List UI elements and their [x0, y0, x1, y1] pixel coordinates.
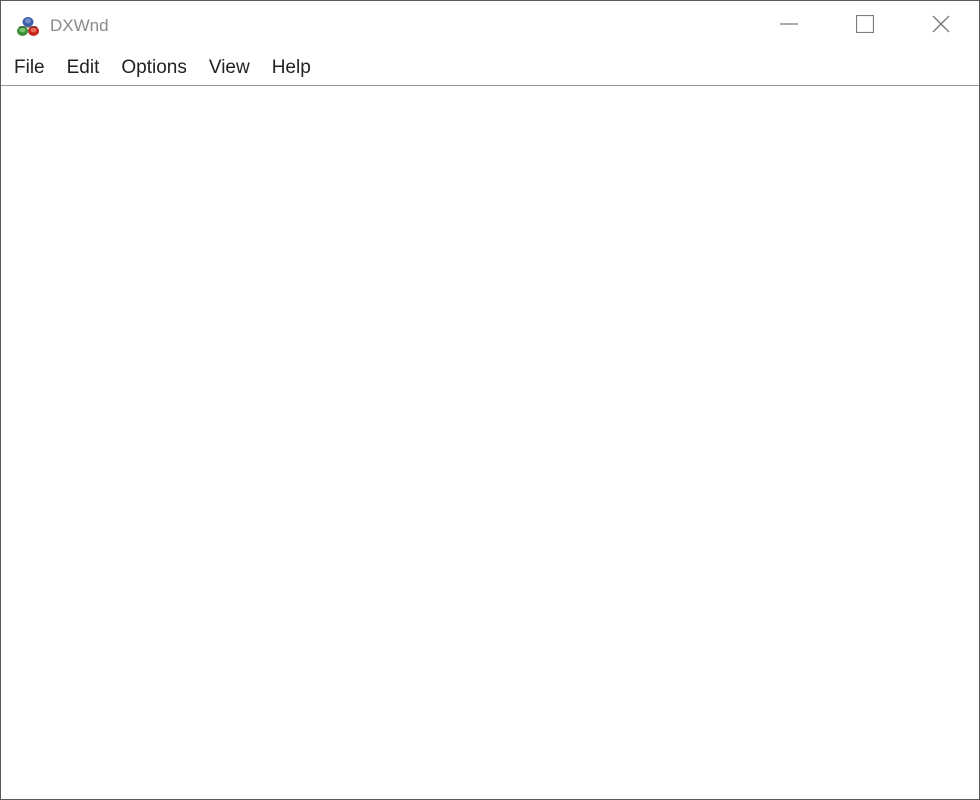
- window-title: DXWnd: [50, 16, 109, 35]
- menu-help[interactable]: Help: [261, 53, 322, 84]
- app-window: DXWnd File Edit Options View Help: [0, 0, 980, 800]
- menu-options[interactable]: Options: [110, 53, 197, 84]
- menu-edit[interactable]: Edit: [56, 53, 111, 84]
- caption-buttons: [751, 1, 979, 51]
- program-list-area[interactable]: [1, 86, 979, 799]
- menu-view[interactable]: View: [198, 53, 261, 84]
- maximize-icon: [855, 14, 875, 38]
- close-icon: [932, 15, 950, 38]
- title-bar[interactable]: DXWnd: [1, 1, 979, 51]
- maximize-button[interactable]: [827, 1, 903, 51]
- minimize-button[interactable]: [751, 1, 827, 51]
- close-button[interactable]: [903, 1, 979, 51]
- dxwnd-app-icon[interactable]: [15, 13, 41, 39]
- menu-file[interactable]: File: [3, 53, 56, 84]
- minimize-icon: [780, 15, 798, 38]
- menu-bar: File Edit Options View Help: [1, 51, 979, 86]
